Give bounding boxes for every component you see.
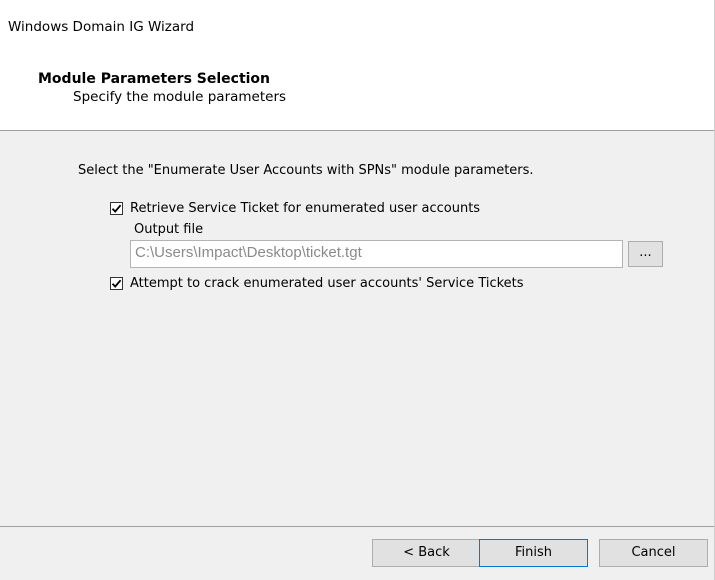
cancel-button[interactable]: Cancel	[599, 539, 708, 567]
instruction-text: Select the "Enumerate User Accounts with…	[78, 163, 534, 178]
output-file-input[interactable]: C:\Users\Impact\Desktop\ticket.tgt	[130, 240, 623, 268]
output-file-label: Output file	[134, 222, 204, 237]
title-bar: Windows Domain IG Wizard	[0, 0, 714, 58]
crack-tickets-checkbox[interactable]	[110, 277, 123, 290]
retrieve-ticket-label: Retrieve Service Ticket for enumerated u…	[130, 201, 481, 216]
footer-divider	[0, 526, 714, 527]
wizard-header: Module Parameters Selection Specify the …	[0, 58, 714, 130]
retrieve-ticket-checkbox[interactable]	[110, 202, 123, 215]
crack-tickets-option[interactable]: Attempt to crack enumerated user account…	[110, 276, 524, 291]
checkmark-icon	[111, 279, 122, 288]
page-subtitle: Specify the module parameters	[73, 89, 287, 105]
header-divider	[0, 130, 714, 131]
browse-button[interactable]: ...	[628, 241, 663, 267]
page-title: Module Parameters Selection	[38, 71, 271, 87]
window-title: Windows Domain IG Wizard	[8, 19, 195, 35]
checkmark-icon	[111, 204, 122, 213]
finish-button[interactable]: Finish	[479, 539, 588, 567]
retrieve-ticket-option[interactable]: Retrieve Service Ticket for enumerated u…	[110, 201, 480, 216]
wizard-window: Windows Domain IG Wizard Module Paramete…	[0, 0, 715, 580]
finish-button-label: Finish	[514, 545, 552, 560]
crack-tickets-label: Attempt to crack enumerated user account…	[130, 276, 524, 291]
back-button[interactable]: < Back	[372, 539, 481, 567]
